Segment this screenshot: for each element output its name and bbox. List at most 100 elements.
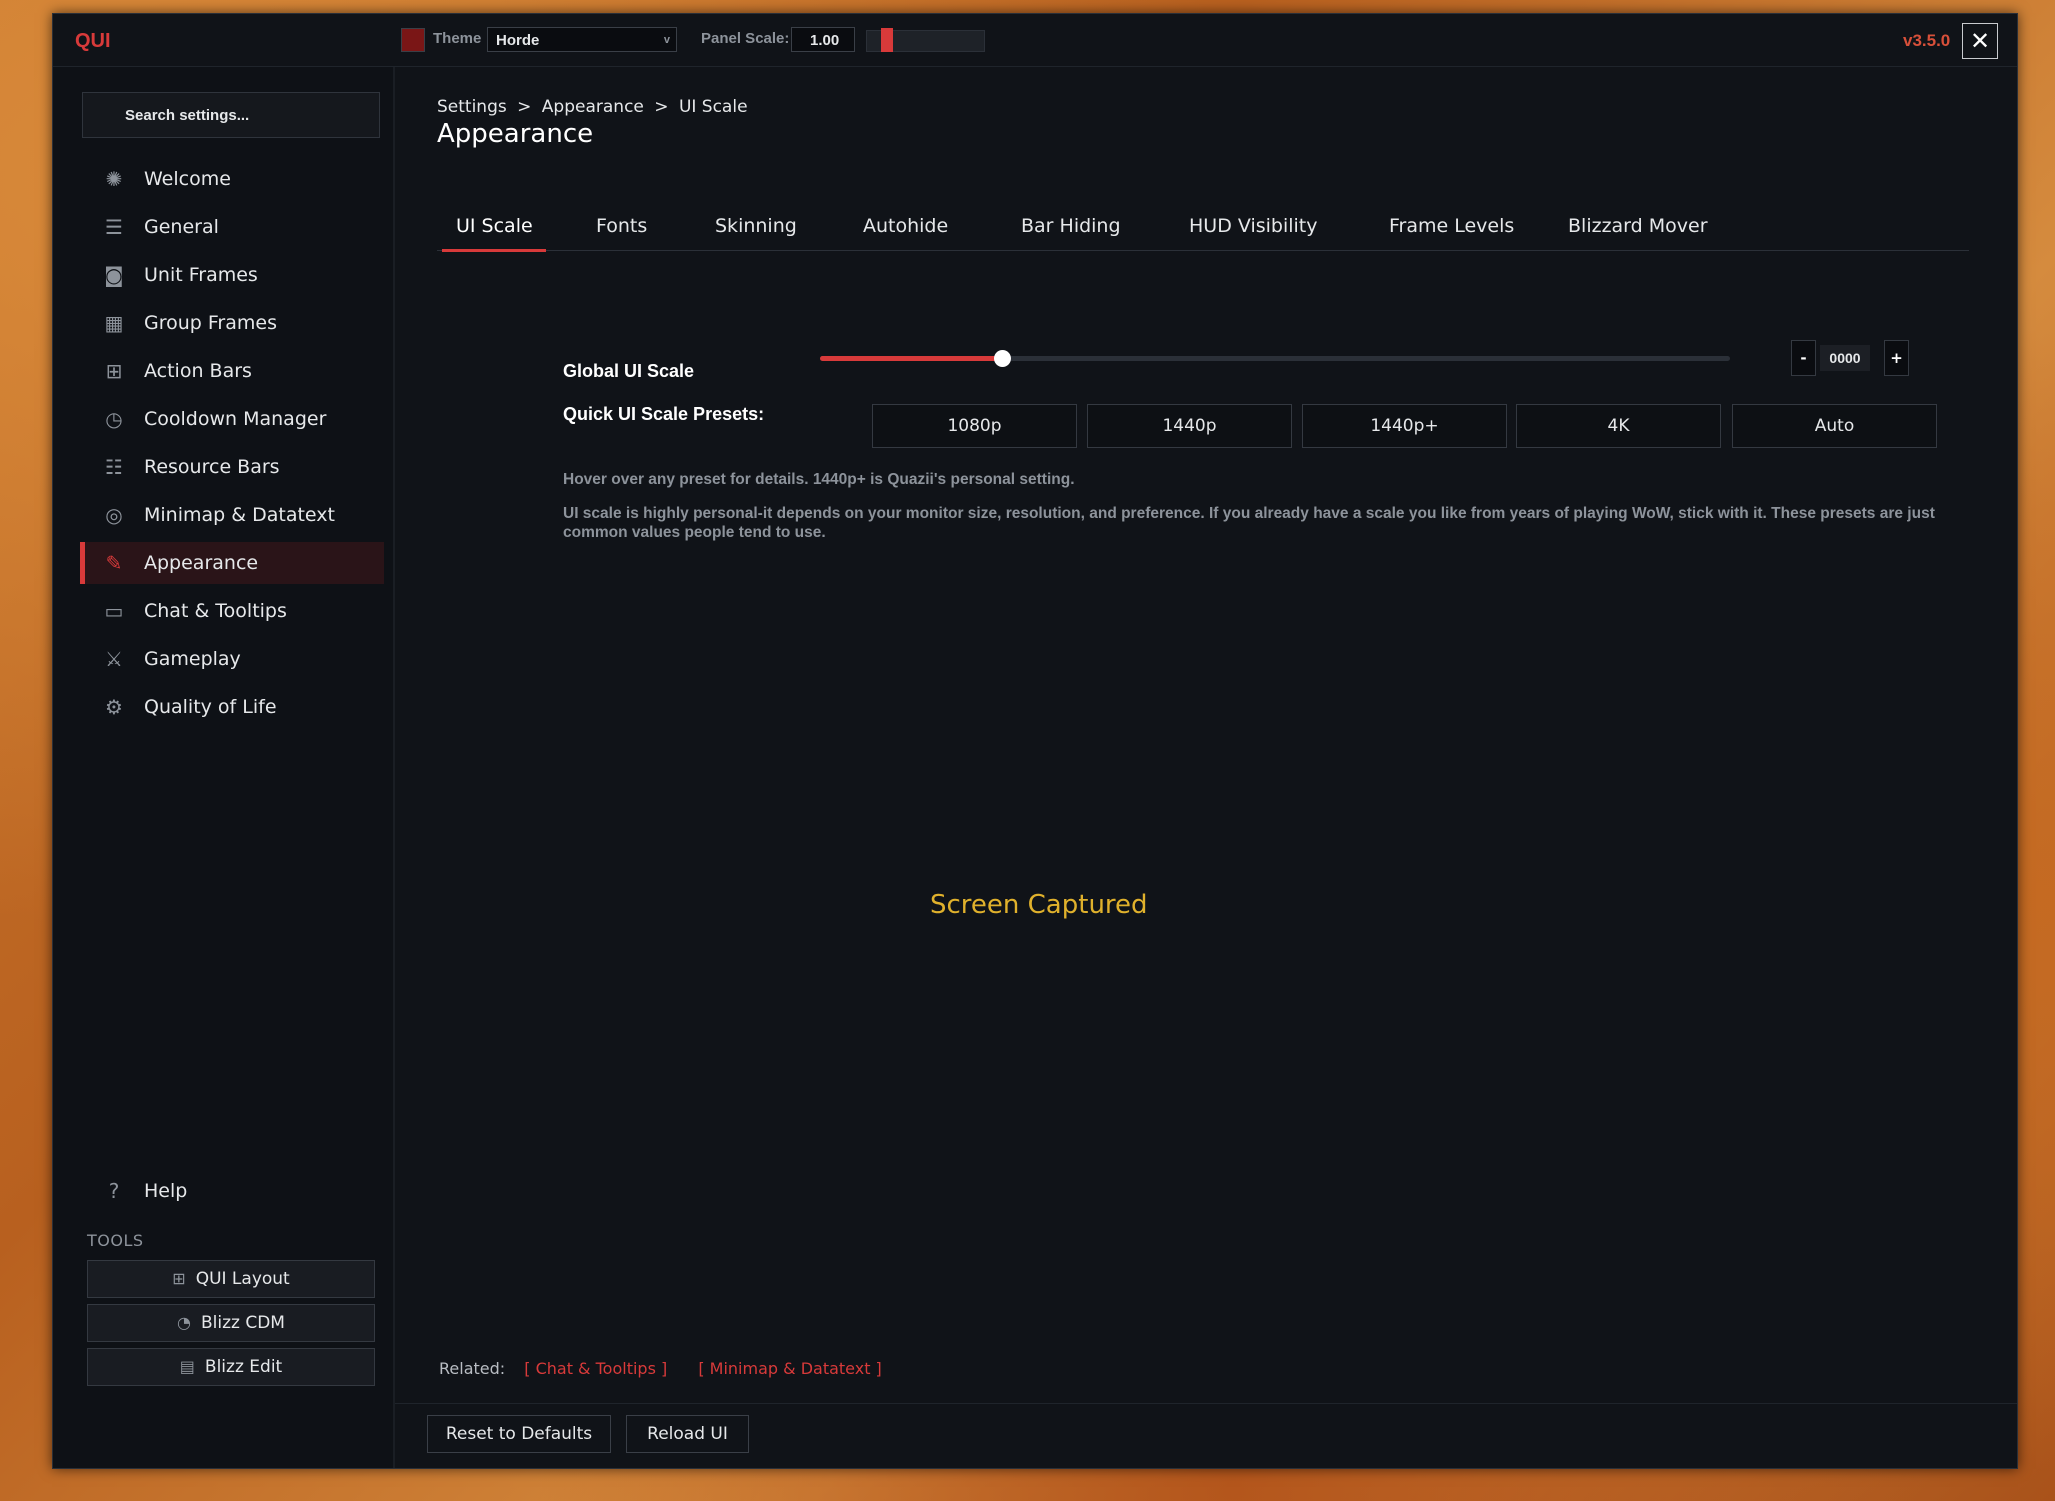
panel-scale-slider-thumb[interactable] <box>881 28 893 52</box>
action-bars-icon: ⊞ <box>105 359 123 383</box>
tab-ui-scale[interactable]: UI Scale <box>456 215 533 237</box>
sun-icon: ✺ <box>105 167 123 191</box>
sidebar-item-label: Appearance <box>144 552 259 574</box>
preset-1080p-button[interactable]: 1080p <box>872 404 1077 448</box>
tab-fonts[interactable]: Fonts <box>596 215 647 237</box>
tab-frame-levels[interactable]: Frame Levels <box>1389 215 1514 237</box>
scale-increment-button[interactable]: + <box>1884 340 1909 376</box>
related-link-chat-tooltips[interactable]: [ Chat & Tooltips ] <box>524 1359 667 1378</box>
sidebar-item-welcome[interactable]: ✺ Welcome <box>80 158 384 200</box>
preset-hint-text: Hover over any preset for details. 1440p… <box>563 471 1075 488</box>
blizz-cdm-label: Blizz CDM <box>200 1313 285 1333</box>
blizz-edit-button[interactable]: ▤ Blizz Edit <box>87 1348 375 1386</box>
presets-label: Quick UI Scale Presets: <box>563 404 765 424</box>
ui-scale-description: UI scale is highly personal-it depends o… <box>563 505 1935 541</box>
blizz-edit-label: Blizz Edit <box>204 1357 283 1377</box>
tab-hud-visibility[interactable]: HUD Visibility <box>1189 215 1318 237</box>
theme-select[interactable]: Horde v <box>487 27 677 52</box>
sidebar-item-label: Chat & Tooltips <box>144 600 287 622</box>
settings-window: QUI Theme Horde v Panel Scale: 1.00 v3.5… <box>52 13 2018 1469</box>
preset-1440p-button[interactable]: 1440p <box>1087 404 1292 448</box>
sidebar-item-cooldown-manager[interactable]: ◷ Cooldown Manager <box>80 398 384 440</box>
list-icon: ☷ <box>105 455 123 479</box>
tools-heading: TOOLS <box>87 1231 144 1250</box>
brush-icon: ✎ <box>105 551 123 575</box>
breadcrumb: Settings > Appearance > UI Scale <box>437 97 748 117</box>
compass-icon: ◎ <box>105 503 123 527</box>
sidebar-item-label: Quality of Life <box>144 696 277 718</box>
qui-layout-button[interactable]: ⊞ QUI Layout <box>87 1260 375 1298</box>
sidebar-item-label: General <box>144 216 219 238</box>
global-ui-scale-slider-fill <box>820 356 1003 361</box>
preset-4k-button[interactable]: 4K <box>1516 404 1721 448</box>
page-title: Appearance <box>437 119 594 149</box>
portrait-icon: ◙ <box>104 263 124 287</box>
global-ui-scale-label: Global UI Scale <box>563 361 695 381</box>
breadcrumb-settings[interactable]: Settings <box>437 97 507 117</box>
app-brand: QUI <box>75 30 111 52</box>
breadcrumb-ui-scale: UI Scale <box>678 97 748 117</box>
chat-icon: ▭ <box>104 599 124 623</box>
sidebar-item-label: Action Bars <box>144 360 252 382</box>
blizz-cdm-button[interactable]: ◔ Blizz CDM <box>87 1304 375 1342</box>
swords-icon: ⚔ <box>105 647 123 671</box>
gear-icon: ⚙ <box>105 695 123 719</box>
breadcrumb-separator: > <box>517 97 532 117</box>
sidebar-item-minimap-datatext[interactable]: ◎ Minimap & Datatext <box>80 494 384 536</box>
active-tab-indicator <box>442 249 546 252</box>
related-links: Related: [ Chat & Tooltips ] [ Minimap &… <box>439 1359 882 1378</box>
sidebar-item-label: Minimap & Datatext <box>144 504 335 526</box>
sidebar-item-unit-frames[interactable]: ◙ Unit Frames <box>80 254 384 296</box>
search-input[interactable]: Search settings... <box>82 92 380 138</box>
cooldown-icon: ◔ <box>177 1313 191 1332</box>
theme-select-value: Horde <box>496 32 540 49</box>
breadcrumb-appearance[interactable]: Appearance <box>542 97 644 117</box>
sidebar-item-label: Help <box>144 1180 188 1202</box>
sidebar-item-label: Resource Bars <box>144 456 280 478</box>
sidebar-item-group-frames[interactable]: ▦ Group Frames <box>80 302 384 344</box>
preset-1440p-plus-button[interactable]: 1440p+ <box>1302 404 1507 448</box>
tab-skinning[interactable]: Skinning <box>715 215 797 237</box>
footer-divider <box>395 1403 2017 1404</box>
tab-blizzard-mover[interactable]: Blizzard Mover <box>1568 215 1708 237</box>
version-label: v3.5.0 <box>1903 31 1951 50</box>
panel-scale-input[interactable]: 1.00 <box>791 27 855 52</box>
screen-captured-notice: Screen Captured <box>930 890 1148 920</box>
close-button[interactable]: ✕ <box>1962 23 1998 59</box>
theme-label: Theme <box>433 30 482 47</box>
sidebar-item-quality-of-life[interactable]: ⚙ Quality of Life <box>80 686 384 728</box>
sidebar-item-label: Unit Frames <box>144 264 258 286</box>
tab-bar: UI Scale Fonts Skinning Autohide Bar Hid… <box>437 207 1969 252</box>
panel-scale-label: Panel Scale: <box>701 30 790 47</box>
global-ui-scale-input[interactable]: 0000 <box>1820 345 1870 371</box>
sidebar-item-label: Welcome <box>144 168 231 190</box>
tab-bar-hiding[interactable]: Bar Hiding <box>1021 215 1121 237</box>
scale-decrement-button[interactable]: - <box>1791 340 1816 376</box>
chevron-down-icon: v <box>663 34 670 46</box>
related-label: Related: <box>439 1359 506 1378</box>
preset-auto-button[interactable]: Auto <box>1732 404 1937 448</box>
sidebar-item-general[interactable]: ☰ General <box>80 206 384 248</box>
reset-defaults-button[interactable]: Reset to Defaults <box>427 1415 611 1453</box>
sidebar: Search settings... ✺ Welcome ☰ General ◙… <box>53 67 395 1468</box>
sidebar-item-label: Group Frames <box>144 312 277 334</box>
theme-color-swatch[interactable] <box>401 28 425 52</box>
sidebar-item-label: Cooldown Manager <box>144 408 327 430</box>
sidebar-item-action-bars[interactable]: ⊞ Action Bars <box>80 350 384 392</box>
sidebar-item-gameplay[interactable]: ⚔ Gameplay <box>80 638 384 680</box>
sidebar-item-label: Gameplay <box>144 648 241 670</box>
global-ui-scale-slider-thumb[interactable] <box>994 350 1011 367</box>
title-bar: QUI Theme Horde v Panel Scale: 1.00 v3.5… <box>53 14 2017 67</box>
layout-icon: ⊞ <box>172 1269 186 1288</box>
sidebar-item-help[interactable]: ? Help <box>80 1170 384 1212</box>
breadcrumb-separator: > <box>654 97 669 117</box>
tab-autohide[interactable]: Autohide <box>863 215 948 237</box>
qui-layout-label: QUI Layout <box>195 1269 290 1289</box>
sidebar-item-appearance[interactable]: ✎ Appearance <box>80 542 384 584</box>
help-icon: ? <box>108 1179 120 1203</box>
sidebar-item-resource-bars[interactable]: ☷ Resource Bars <box>80 446 384 488</box>
reload-ui-button[interactable]: Reload UI <box>626 1415 749 1453</box>
sidebar-item-chat-tooltips[interactable]: ▭ Chat & Tooltips <box>80 590 384 632</box>
edit-icon: ▤ <box>179 1357 195 1376</box>
related-link-minimap-datatext[interactable]: [ Minimap & Datatext ] <box>698 1359 881 1378</box>
